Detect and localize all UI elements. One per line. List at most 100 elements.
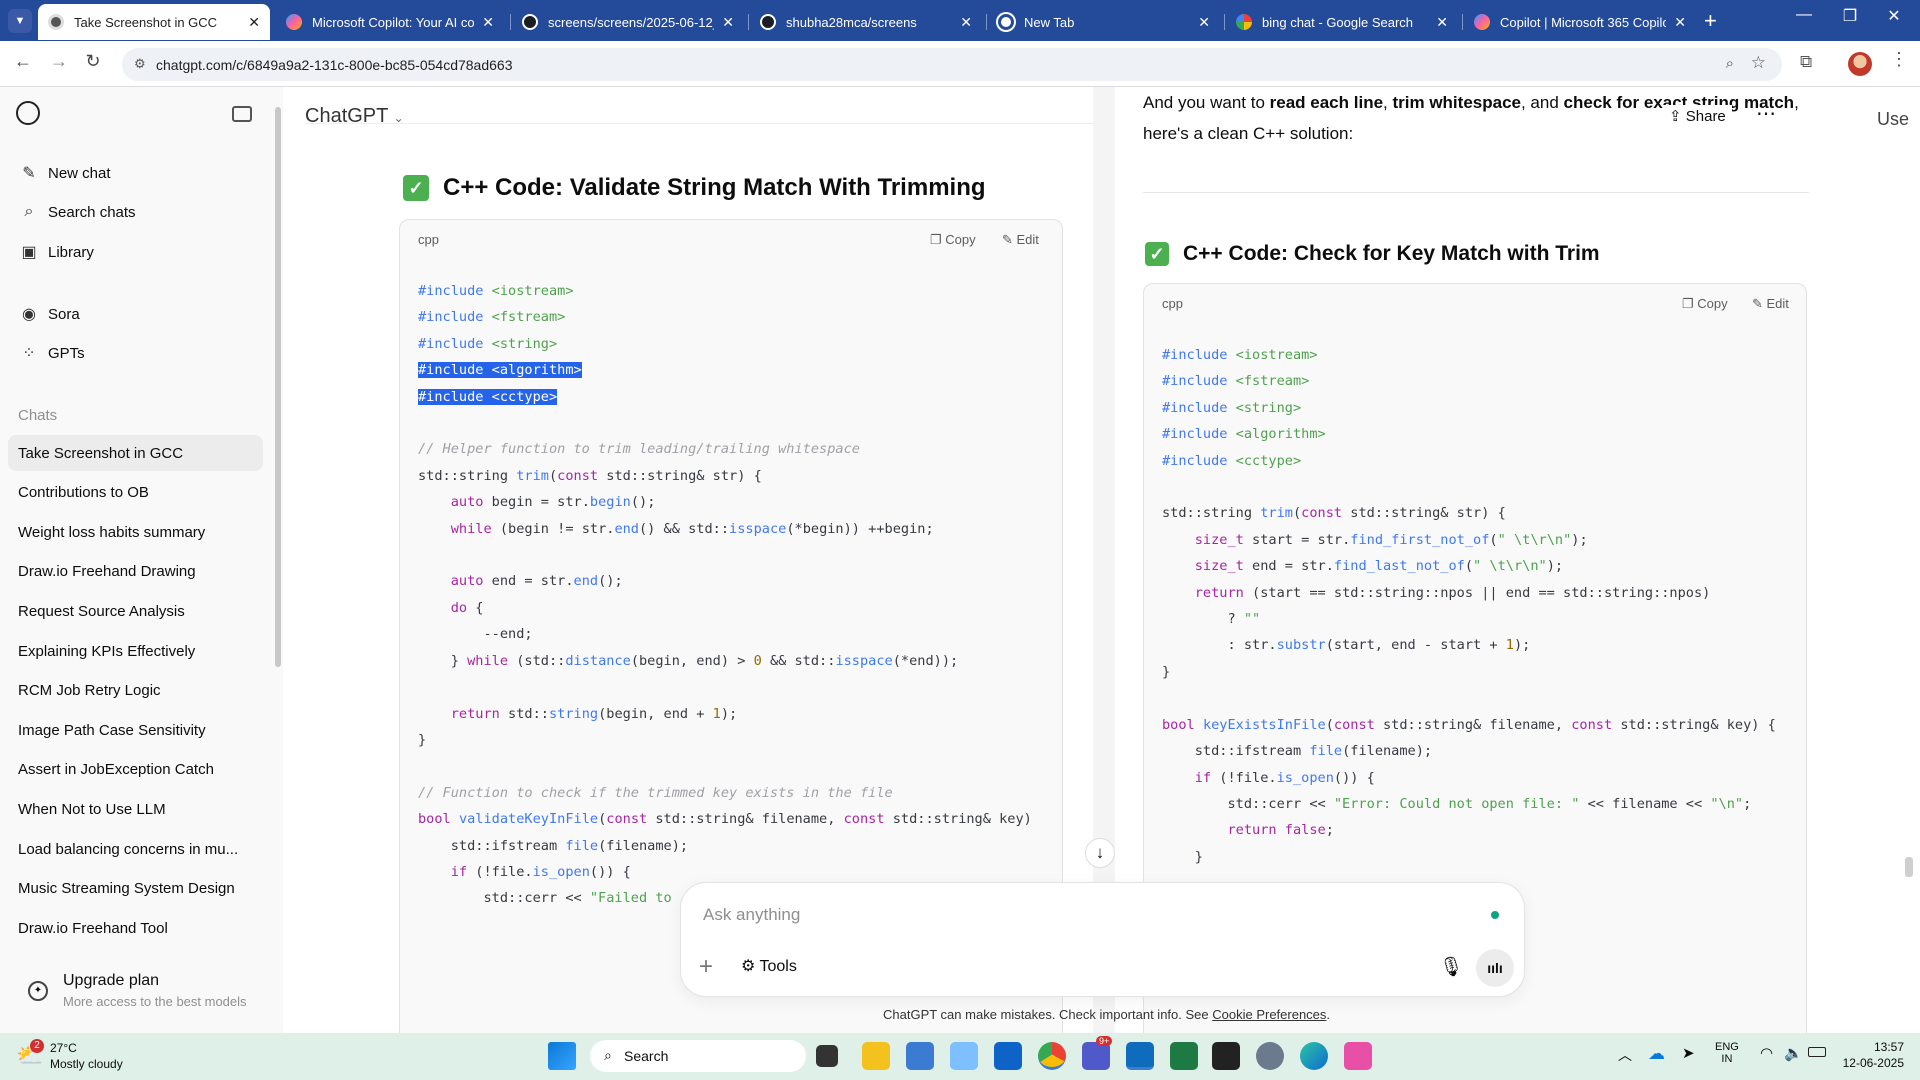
reload-icon[interactable]: ↻ (80, 51, 106, 72)
cookie-preferences-link[interactable]: Cookie Preferences (1212, 1007, 1326, 1022)
teams-icon[interactable]: 9+ (1082, 1036, 1113, 1070)
sidebar-item-label: Sora (48, 305, 80, 323)
chrome-icon[interactable] (1038, 1042, 1066, 1070)
close-tab-icon[interactable]: ✕ (1436, 14, 1448, 31)
minimize-icon[interactable]: — (1784, 6, 1824, 24)
tab-microsoft-copilot[interactable]: Microsoft Copilot: Your AI comp ✕ (276, 4, 504, 40)
tab-github-screens[interactable]: screens/screens/2025-06-12_0 ✕ (512, 4, 744, 40)
tab-label: New Tab (1024, 14, 1075, 30)
excel-icon[interactable] (1170, 1042, 1198, 1070)
tab-list-chevron-icon[interactable]: ▼ (8, 9, 32, 33)
copy-code-button[interactable]: ❐ Copy (1682, 296, 1728, 312)
sidebar-chat-item[interactable]: Draw.io Freehand Tool (8, 910, 263, 946)
sidebar-item-search-chats[interactable]: ⌕ Search chats (8, 194, 263, 230)
bookmark-star-icon[interactable]: ☆ (1751, 53, 1766, 73)
sidebar-chat-item[interactable]: Contributions to OB (8, 475, 263, 511)
tab-m365-copilot[interactable]: Copilot | Microsoft 365 Copilot ✕ (1464, 4, 1696, 40)
code-block-header: cpp ❐ Copy ✎ Edit (400, 220, 1062, 258)
wifi-icon[interactable]: ◠ (1760, 1044, 1773, 1062)
share-button[interactable]: ⇪ Share (1663, 105, 1732, 127)
sidebar-chat-item[interactable]: Load balancing concerns in mu... (8, 831, 263, 867)
tab-new-tab[interactable]: New Tab ✕ (988, 4, 1220, 40)
microphone-icon[interactable]: 🎙 (1439, 955, 1463, 979)
sidebar-item-library[interactable]: ▣ Library (8, 234, 263, 270)
volume-icon[interactable]: 🔈 (1784, 1044, 1803, 1062)
chat-title: Contributions to OB (18, 484, 149, 502)
edit-code-button[interactable]: ✎ Edit (1002, 232, 1039, 248)
clock[interactable]: 13:57 12-06-2025 (1840, 1040, 1904, 1070)
zoom-icon[interactable]: ⌕ (1726, 55, 1734, 72)
sidebar-chat-item[interactable]: Music Streaming System Design (8, 871, 263, 907)
sidebar-chat-item[interactable]: Request Source Analysis (8, 593, 263, 629)
close-tab-icon[interactable]: ✕ (482, 14, 494, 31)
tab-take-screenshot[interactable]: Take Screenshot in GCC ✕ (38, 4, 270, 40)
openai-logo-icon[interactable] (16, 101, 40, 125)
calendar-icon[interactable] (994, 1042, 1022, 1070)
store-icon[interactable] (906, 1042, 934, 1070)
terminal-icon[interactable] (1212, 1042, 1240, 1070)
outlook-icon[interactable] (1126, 1042, 1154, 1070)
edit-code-button[interactable]: ✎ Edit (1752, 296, 1789, 312)
close-tab-icon[interactable]: ✕ (960, 14, 972, 31)
attach-plus-icon[interactable]: + (699, 953, 713, 981)
user-avatar-partial[interactable]: Use (1877, 109, 1909, 130)
site-info-icon[interactable]: ⚙ (134, 56, 146, 72)
forward-arrow-icon[interactable]: → (46, 51, 72, 72)
back-arrow-icon[interactable]: ← (10, 51, 36, 72)
sidebar-chat-item[interactable]: Take Screenshot in GCC (8, 435, 263, 471)
settings-gear-icon[interactable] (1256, 1042, 1284, 1070)
heading-text: C++ Code: Check for Key Match with Trim (1183, 242, 1600, 265)
copilot-favicon-icon (1474, 14, 1490, 30)
sidebar-chat-item[interactable]: RCM Job Retry Logic (8, 673, 263, 709)
close-tab-icon[interactable]: ✕ (722, 14, 734, 31)
weather-widget[interactable]: ⛅ 2 27°C Mostly cloudy (14, 1039, 164, 1075)
location-icon[interactable]: ➤ (1682, 1044, 1695, 1062)
profile-avatar[interactable] (1848, 52, 1872, 76)
snipping-tool-icon[interactable] (1344, 1042, 1372, 1070)
address-bar[interactable]: ⚙ chatgpt.com/c/6849a9a2-131c-800e-bc85-… (122, 48, 1782, 81)
sidebar-chat-item[interactable]: Draw.io Freehand Drawing (8, 554, 263, 590)
close-tab-icon[interactable]: ✕ (1674, 14, 1686, 31)
sidebar-item-new-chat[interactable]: ✎ New chat (8, 155, 263, 191)
browser-menu-icon[interactable]: ⋮ (1890, 49, 1908, 70)
extensions-icon[interactable]: ⧉ (1800, 52, 1812, 72)
start-windows-icon[interactable] (548, 1042, 576, 1070)
close-tab-icon[interactable]: ✕ (248, 14, 260, 31)
sidebar-chat-item[interactable]: Assert in JobException Catch (8, 752, 263, 788)
task-view-icon[interactable] (816, 1045, 838, 1067)
chat-title: RCM Job Retry Logic (18, 682, 161, 700)
close-window-icon[interactable]: ✕ (1874, 6, 1914, 26)
more-options-icon[interactable]: ⋯ (1756, 101, 1776, 126)
show-hidden-icons-chevron-icon[interactable]: ︿ (1618, 1045, 1632, 1065)
sidebar-item-sora[interactable]: ◉ Sora (8, 296, 263, 332)
tab-google-search[interactable]: bing chat - Google Search ✕ (1226, 4, 1458, 40)
close-tab-icon[interactable]: ✕ (1198, 14, 1210, 31)
sidebar-chat-item[interactable]: Weight loss habits summary (8, 514, 263, 550)
tab-github-repo[interactable]: shubha28mca/screens ✕ (750, 4, 982, 40)
taskbar-search[interactable]: ⌕ Search (590, 1040, 806, 1072)
restore-icon[interactable]: ❐ (1830, 6, 1870, 26)
new-tab-plus-icon[interactable]: + (1704, 8, 1717, 34)
upgrade-plan-button[interactable]: ✦ Upgrade plan More access to the best m… (8, 967, 268, 1023)
sidebar-scrollbar[interactable] (275, 107, 281, 667)
scroll-to-bottom-button[interactable]: ↓ (1085, 838, 1115, 868)
code-content: #include <iostream> #include <fstream> #… (1162, 347, 1776, 865)
sidebar-chat-item[interactable]: Explaining KPIs Effectively (8, 633, 263, 669)
right-scrollbar[interactable] (1905, 857, 1913, 877)
language-indicator[interactable]: ENG IN (1715, 1041, 1739, 1065)
battery-icon[interactable] (1808, 1047, 1826, 1057)
voice-mode-button[interactable]: ıılı (1476, 949, 1514, 987)
onedrive-icon[interactable]: ☁ (1648, 1044, 1665, 1064)
model-selector[interactable]: ChatGPT ⌄ (305, 105, 404, 128)
prompt-input[interactable]: Ask anything (703, 905, 800, 925)
app-icon[interactable] (950, 1042, 978, 1070)
sidebar-item-gpts[interactable]: ⁘ GPTs (8, 335, 263, 371)
close-sidebar-icon[interactable] (232, 106, 252, 122)
sidebar-chat-item[interactable]: When Not to Use LLM (8, 791, 263, 827)
copy-icon: ❐ (1682, 296, 1698, 311)
tools-button[interactable]: ⚙ Tools (741, 956, 797, 976)
copy-code-button[interactable]: ❐ Copy (930, 232, 976, 248)
file-explorer-icon[interactable] (862, 1042, 890, 1070)
edge-icon[interactable] (1300, 1042, 1328, 1070)
sidebar-chat-item[interactable]: Image Path Case Sensitivity (8, 712, 263, 748)
